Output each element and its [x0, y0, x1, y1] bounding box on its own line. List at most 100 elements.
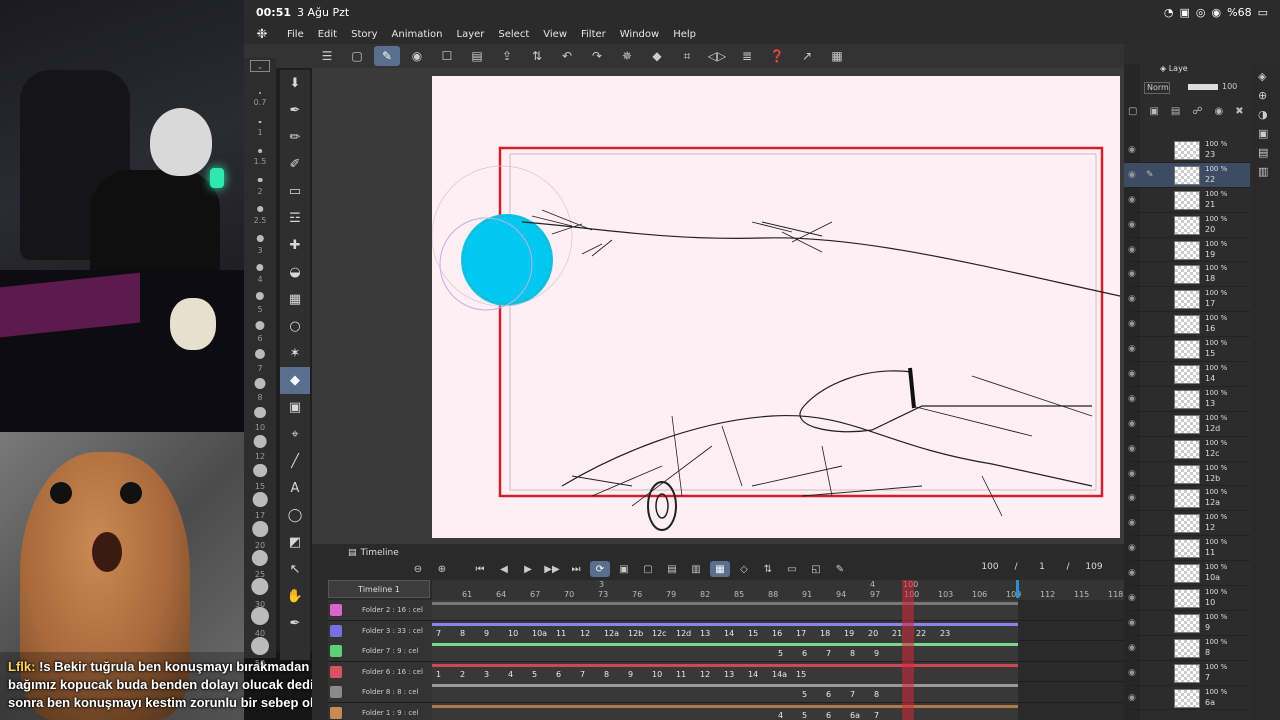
- cel-label[interactable]: 11: [676, 670, 686, 679]
- layer-row[interactable]: ◉ 100 % 20: [1124, 213, 1250, 238]
- cel-label[interactable]: 5: [778, 649, 783, 658]
- eye-icon[interactable]: ◉: [1128, 593, 1136, 603]
- track-cells[interactable]: 1 2 3 4 5 6 7 8 9 10 11 12 13 14 14a 15: [432, 661, 1018, 682]
- frame-ruler[interactable]: 6164677073767982858891949710010310610911…: [432, 580, 1124, 600]
- menu-file[interactable]: File: [280, 29, 311, 40]
- cel-label[interactable]: 4: [778, 711, 783, 720]
- assign-cel-icon[interactable]: ▤: [662, 561, 682, 577]
- cel-label[interactable]: 5: [802, 711, 807, 720]
- open-file-icon[interactable]: ▤: [464, 46, 490, 66]
- pencil-edit-icon[interactable]: ✎: [830, 561, 850, 577]
- brush-icon[interactable]: ✐: [280, 151, 310, 178]
- track-cells[interactable]: 4 5 6 6a 7: [432, 702, 1018, 720]
- cel-label[interactable]: 8: [874, 690, 879, 699]
- zoom-out-icon[interactable]: ⊖: [408, 561, 428, 577]
- brush-size-label[interactable]: 5: [244, 305, 276, 314]
- loading-icon[interactable]: ✵: [614, 46, 640, 66]
- cel-label[interactable]: 5: [802, 690, 807, 699]
- cel-label[interactable]: 15: [796, 670, 806, 679]
- menu-story[interactable]: Story: [344, 29, 384, 40]
- end-frame[interactable]: 109: [1081, 562, 1107, 572]
- brush-size-label[interactable]: 15: [244, 482, 276, 491]
- track-visibility-icon[interactable]: [330, 645, 342, 657]
- brush-size-label[interactable]: 50: [244, 659, 276, 668]
- zoom-in-icon[interactable]: ⊕: [432, 561, 452, 577]
- clip-icon[interactable]: ▭: [782, 561, 802, 577]
- brush-size-label[interactable]: 0.7: [244, 98, 276, 107]
- menu-view[interactable]: View: [536, 29, 574, 40]
- timeline-track[interactable]: Folder 3 : 33 : cel 7 8 9 10 10a 11 12 12a 12b 12c…: [328, 620, 1124, 641]
- cel-label[interactable]: 10: [508, 629, 518, 638]
- cel-label[interactable]: 17: [796, 629, 806, 638]
- track-cells[interactable]: 7 8 9 10 10a 11 12 12a 12b 12c 12d 13 14 15 16 17 18 19 20…: [432, 620, 1018, 641]
- layer-tab[interactable]: ◈ Laye: [1140, 64, 1250, 78]
- timeline-track[interactable]: Folder 2 : 16 : cel: [328, 600, 1124, 621]
- track-label[interactable]: Folder 6 : 16 : cel: [328, 661, 432, 682]
- specify-cel-icon[interactable]: ▥: [686, 561, 706, 577]
- track-visibility-icon[interactable]: [330, 706, 342, 719]
- brush-size-dot[interactable]: [255, 320, 265, 330]
- eye-icon[interactable]: ◉: [1128, 245, 1136, 255]
- layer-row[interactable]: ◉ 100 % 6a: [1124, 686, 1250, 711]
- layer-row[interactable]: ◉ 100 % 18: [1124, 262, 1250, 288]
- menu-edit[interactable]: Edit: [311, 29, 344, 40]
- track-label[interactable]: Folder 1 : 9 : cel: [328, 702, 432, 720]
- cel-label[interactable]: 14a: [772, 670, 787, 679]
- timeline-track[interactable]: Folder 1 : 9 : cel 4 5 6 6a 7: [328, 702, 1124, 720]
- brush-size-label[interactable]: 12: [244, 452, 276, 461]
- brush-size-label[interactable]: 3: [244, 246, 276, 255]
- cel-label[interactable]: 10: [652, 670, 662, 679]
- track-cells[interactable]: 5 6 7 8: [432, 682, 1018, 702]
- eye-icon[interactable]: ◉: [1128, 568, 1136, 578]
- new-raster-layer-icon[interactable]: ▢: [1128, 106, 1137, 117]
- eye-icon[interactable]: ◉: [1128, 419, 1136, 429]
- magic-wand-icon[interactable]: ✶: [280, 340, 310, 367]
- cel-label[interactable]: 14: [724, 629, 734, 638]
- brush-size-label[interactable]: 1: [244, 128, 276, 137]
- onion-skin-icon[interactable]: ▦: [710, 561, 730, 577]
- layer-row[interactable]: ◉ 100 % 8: [1124, 636, 1250, 661]
- cel-label[interactable]: 8: [460, 629, 465, 638]
- eye-icon[interactable]: ◉: [1128, 668, 1136, 678]
- cel-label[interactable]: 6: [826, 690, 831, 699]
- cel-label[interactable]: 7: [826, 649, 831, 658]
- eraser-icon[interactable]: ▭: [280, 178, 310, 205]
- eye-icon[interactable]: ◉: [1128, 294, 1136, 304]
- move-icon[interactable]: ↖: [280, 556, 310, 583]
- cel-label[interactable]: 23: [940, 629, 950, 638]
- cel-label[interactable]: 1: [436, 670, 441, 679]
- canvas-area[interactable]: [312, 68, 1124, 544]
- menu-window[interactable]: Window: [613, 29, 666, 40]
- cel-label[interactable]: 9: [874, 649, 879, 658]
- eye-icon[interactable]: ◉: [1128, 618, 1136, 628]
- cel-label[interactable]: 16: [772, 629, 782, 638]
- cel-label[interactable]: 22: [916, 629, 926, 638]
- layer-row[interactable]: ◉ 100 % 10a: [1124, 561, 1250, 587]
- brush-size-dot[interactable]: [256, 263, 264, 271]
- redo-icon[interactable]: ↷: [584, 46, 610, 66]
- brush-size-dot[interactable]: [251, 578, 269, 596]
- eyedropper-icon[interactable]: ⌖: [280, 421, 310, 448]
- layer-row[interactable]: ◉ 100 % 10: [1124, 586, 1250, 611]
- eye-icon[interactable]: ◉: [1128, 643, 1136, 653]
- keyframe-icon[interactable]: ◇: [734, 561, 754, 577]
- track-cells[interactable]: 5 6 7 8 9: [432, 641, 1018, 661]
- cel-label[interactable]: 7: [580, 670, 585, 679]
- cel-label[interactable]: 6a: [850, 711, 860, 720]
- cel-label[interactable]: 21: [892, 629, 902, 638]
- brush-size-dot[interactable]: [251, 549, 269, 566]
- fill-bucket-icon[interactable]: ◆: [280, 367, 310, 394]
- brush-size-dot[interactable]: [258, 120, 262, 124]
- track-label[interactable]: Folder 8 : 8 : cel: [328, 682, 432, 702]
- sparkle-icon[interactable]: ✚: [280, 232, 310, 259]
- new-file-icon[interactable]: ☐: [434, 46, 460, 66]
- save-file-icon[interactable]: ⇪: [494, 46, 520, 66]
- crop-icon[interactable]: ⌗: [674, 46, 700, 66]
- brush-size-dot[interactable]: [251, 607, 269, 625]
- menu-help[interactable]: Help: [666, 29, 703, 40]
- frame-icon[interactable]: ◩: [280, 529, 310, 556]
- eye-icon[interactable]: ◉: [1128, 469, 1136, 479]
- timeline-track[interactable]: Folder 6 : 16 : cel 1 2 3 4 5 6 7 8 9 10 11 12 13 14 14…: [328, 661, 1124, 682]
- first-frame-icon[interactable]: ⏮: [470, 561, 490, 577]
- current-frame[interactable]: 100: [977, 562, 1003, 572]
